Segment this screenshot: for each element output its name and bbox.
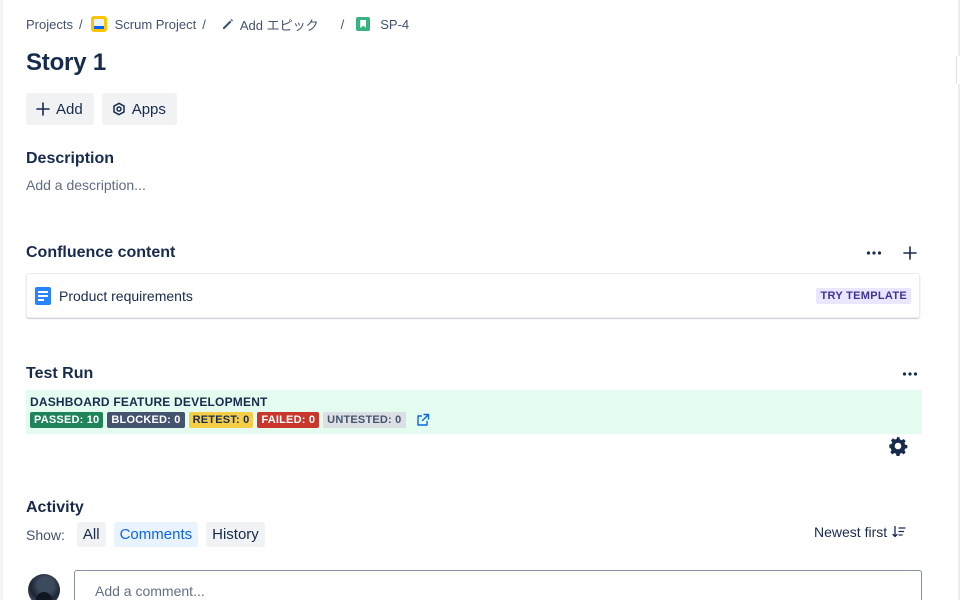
plus-icon: [903, 246, 917, 260]
breadcrumb-epic-label: Add エピック: [239, 17, 319, 33]
status-badge-blocked: BLOCKED: 0: [107, 412, 185, 428]
breadcrumb-separator: /: [340, 16, 345, 32]
confluence-page-item[interactable]: Product requirements TRY TEMPLATE: [26, 273, 920, 318]
more-icon: [866, 251, 882, 255]
show-label: Show:: [26, 526, 65, 543]
issue-actions: Add Apps: [26, 93, 177, 125]
plus-icon: [36, 102, 50, 116]
status-badge-passed: PASSED: 10: [30, 412, 104, 428]
confluence-add-button[interactable]: [898, 241, 922, 265]
activity-filter-bar: Show: All Comments History: [26, 522, 273, 547]
breadcrumb-projects[interactable]: Projects: [26, 17, 73, 32]
more-icon: [902, 372, 918, 376]
test-run-heading: Test Run: [26, 365, 94, 382]
breadcrumb-project-label: Scrum Project: [114, 16, 197, 32]
comment-input[interactable]: Add a comment...: [74, 570, 922, 600]
gear-icon[interactable]: [887, 435, 909, 457]
panel-resize-handle[interactable]: [956, 56, 960, 84]
filter-all-button[interactable]: All: [76, 522, 106, 547]
breadcrumb-epic[interactable]: Add エピック: [222, 15, 319, 34]
story-icon: [356, 17, 371, 31]
filter-comments-button[interactable]: Comments: [113, 522, 199, 547]
issue-title[interactable]: Story 1: [26, 49, 106, 77]
apps-icon: [112, 102, 126, 116]
add-button-label: Add: [56, 100, 83, 118]
project-avatar-icon: [90, 16, 107, 32]
breadcrumb-separator: /: [78, 16, 83, 32]
test-run-panel: DASHBOARD FEATURE DEVELOPMENT PASSED: 10…: [26, 390, 922, 434]
test-run-more-button[interactable]: [898, 362, 922, 386]
sort-icon: [892, 525, 906, 538]
status-badge-retest: RETEST: 0: [188, 412, 254, 428]
breadcrumb: Projects / Scrum Project / Add エピック / SP…: [26, 14, 409, 34]
avatar[interactable]: [28, 574, 60, 600]
status-badge-failed: FAILED: 0: [257, 412, 320, 428]
left-edge: [0, 0, 3, 600]
activity-heading: Activity: [26, 499, 84, 516]
confluence-heading: Confluence content: [26, 244, 176, 261]
confluence-more-button[interactable]: [862, 241, 886, 265]
apps-button-label: Apps: [131, 100, 166, 118]
breadcrumb-separator: /: [202, 16, 206, 32]
breadcrumb-issue[interactable]: SP-4: [356, 17, 409, 32]
sort-order-label: Newest first: [814, 524, 888, 540]
description-heading: Description: [26, 150, 115, 167]
breadcrumb-project[interactable]: Scrum Project: [90, 16, 197, 32]
status-badge-untested: UNTESTED: 0: [323, 412, 406, 428]
external-link-icon[interactable]: [416, 413, 430, 427]
confluence-page-title: Product requirements: [59, 287, 193, 304]
document-icon: [35, 286, 51, 305]
try-template-button[interactable]: TRY TEMPLATE: [816, 288, 911, 304]
pencil-icon: [222, 19, 233, 29]
sort-order-button[interactable]: Newest first: [814, 524, 906, 540]
breadcrumb-issue-key: SP-4: [380, 16, 410, 32]
test-run-status-badges: PASSED: 10 BLOCKED: 0 RETEST: 0 FAILED: …: [30, 412, 918, 428]
add-button[interactable]: Add: [26, 93, 94, 125]
apps-button[interactable]: Apps: [101, 93, 177, 125]
filter-history-button[interactable]: History: [206, 522, 265, 547]
test-run-name[interactable]: DASHBOARD FEATURE DEVELOPMENT: [30, 395, 918, 409]
description-field[interactable]: Add a description...: [26, 177, 146, 193]
